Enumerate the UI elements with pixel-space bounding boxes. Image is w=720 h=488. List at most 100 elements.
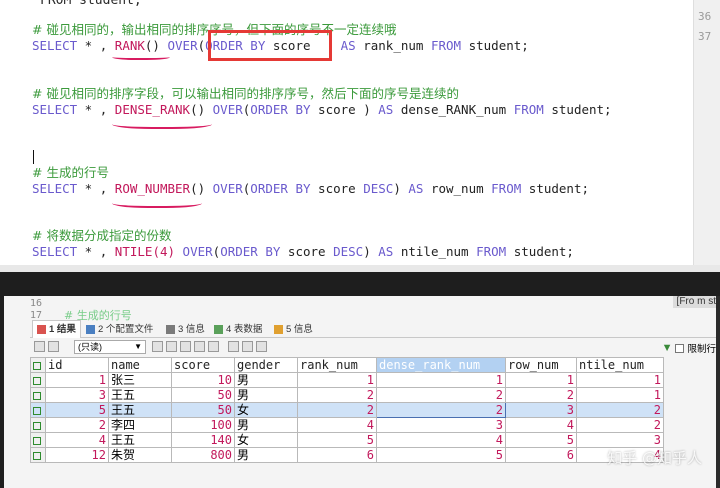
cell-row-num[interactable]: 4 [505, 417, 577, 433]
cell-name[interactable]: 王五 [108, 432, 172, 448]
tab-profiles[interactable]: 2 个配置文件 [86, 322, 153, 337]
row-select-cell[interactable] [30, 387, 46, 403]
sql-row-number-line: SELECT * , ROW_NUMBER() OVER(ORDER BY sc… [32, 181, 589, 196]
select-all-cell[interactable] [30, 357, 46, 373]
row-select-cell[interactable] [30, 402, 46, 418]
cell-id[interactable]: 12 [45, 447, 109, 463]
cell-dense-rank-num[interactable]: 5 [376, 447, 506, 463]
save-icon[interactable] [180, 341, 191, 352]
cell-gender[interactable]: 男 [234, 387, 298, 403]
row-checkbox [33, 376, 41, 385]
col-header-rank-num[interactable]: rank_num [297, 357, 377, 373]
cell-row-num[interactable]: 6 [505, 447, 577, 463]
tab-results[interactable]: 1 结果 [32, 320, 81, 338]
cell-score[interactable]: 50 [171, 402, 235, 418]
tab-label: 5 信息 [286, 324, 313, 335]
cell-rank-num[interactable]: 2 [297, 402, 377, 418]
editor-bottom-strip [0, 265, 720, 272]
text-caret [33, 150, 34, 164]
cell-row-num[interactable]: 5 [505, 432, 577, 448]
cell-id[interactable]: 4 [45, 432, 109, 448]
col-header-score[interactable]: score [171, 357, 235, 373]
cell-score[interactable]: 800 [171, 447, 235, 463]
cell-gender[interactable]: 女 [234, 432, 298, 448]
row-select-cell[interactable] [30, 417, 46, 433]
col-header-dense-rank-num[interactable]: dense_rank_num [376, 357, 506, 373]
table-row[interactable]: 1 张三 10 男 1 1 1 1 [30, 372, 664, 388]
table-row[interactable]: 4 王五 140 女 5 4 5 3 [30, 432, 664, 448]
col-header-row-num[interactable]: row_num [505, 357, 577, 373]
cell-name[interactable]: 张三 [108, 372, 172, 388]
cell-dense-rank-num[interactable]: 2 [376, 387, 506, 403]
cell-score[interactable]: 50 [171, 387, 235, 403]
cell-ntile-num[interactable]: 2 [576, 402, 664, 418]
text-mode-icon[interactable] [256, 341, 267, 352]
cell-score[interactable]: 10 [171, 372, 235, 388]
table-row[interactable]: 2 李四 100 男 4 3 4 2 [30, 417, 664, 433]
cell-dense-rank-num[interactable]: 1 [376, 372, 506, 388]
cell-ntile-num[interactable]: 1 [576, 387, 664, 403]
cell-dense-rank-num[interactable]: 3 [376, 417, 506, 433]
filter-icon[interactable]: ▼ [662, 342, 673, 354]
row-select-cell[interactable] [30, 447, 46, 463]
info-icon [274, 325, 283, 334]
cell-ntile-num[interactable]: 1 [576, 372, 664, 388]
cell-rank-num[interactable]: 5 [297, 432, 377, 448]
row-checkbox [33, 406, 41, 415]
cell-dense-rank-num[interactable]: 4 [376, 432, 506, 448]
cell-gender[interactable]: 男 [234, 417, 298, 433]
limit-rows-checkbox[interactable] [675, 343, 685, 353]
col-header-ntile-num[interactable]: ntile_num [576, 357, 664, 373]
table-row[interactable]: 12 朱贺 800 男 6 5 6 4 [30, 447, 664, 463]
row-select-cell[interactable] [30, 372, 46, 388]
grid-mode-icon[interactable] [228, 341, 239, 352]
cell-gender[interactable]: 男 [234, 447, 298, 463]
cell-ntile-num[interactable]: 2 [576, 417, 664, 433]
table-row[interactable]: 5 王五 50 女 2 2 3 2 [30, 402, 664, 418]
cell-id[interactable]: 3 [45, 387, 109, 403]
grid-view-icon[interactable] [34, 341, 45, 352]
row-select-cell[interactable] [30, 432, 46, 448]
cell-rank-num[interactable]: 1 [297, 372, 377, 388]
sql-editor[interactable]: FROM student; # 碰见相同的，输出相同的排序序号，但下面的序号不一… [0, 0, 720, 272]
cell-dense-rank-num[interactable]: 2 [376, 402, 506, 418]
cell-name[interactable]: 王五 [108, 402, 172, 418]
readonly-select[interactable]: (只读) ▼ [74, 340, 146, 354]
tab-table-data[interactable]: 4 表数据 [214, 322, 262, 337]
form-mode-icon[interactable] [242, 341, 253, 352]
tab-info-2[interactable]: 5 信息 [274, 322, 313, 337]
cell-row-num[interactable]: 3 [505, 402, 577, 418]
cell-rank-num[interactable]: 2 [297, 387, 377, 403]
cell-name[interactable]: 朱贺 [108, 447, 172, 463]
cell-score[interactable]: 140 [171, 432, 235, 448]
cell-score[interactable]: 100 [171, 417, 235, 433]
result-toolbar: (只读) ▼ ▼ 限制行 [30, 338, 720, 356]
cell-rank-num[interactable]: 6 [297, 447, 377, 463]
cell-rank-num[interactable]: 4 [297, 417, 377, 433]
col-header-id[interactable]: id [45, 357, 109, 373]
limit-rows-label: 限制行 [687, 344, 716, 355]
row-number-underline [112, 196, 202, 208]
cell-id[interactable]: 5 [45, 402, 109, 418]
col-header-name[interactable]: name [108, 357, 172, 373]
export-icon[interactable] [152, 341, 163, 352]
cell-ntile-num[interactable]: 3 [576, 432, 664, 448]
result-grid: id name score gender rank_num dense_rank… [30, 357, 664, 463]
row-checkbox [33, 361, 41, 370]
cell-name[interactable]: 王五 [108, 387, 172, 403]
cell-gender[interactable]: 男 [234, 372, 298, 388]
cell-gender[interactable]: 女 [234, 402, 298, 418]
cell-row-num[interactable]: 1 [505, 372, 577, 388]
cell-name[interactable]: 李四 [108, 417, 172, 433]
refresh-icon[interactable] [208, 341, 219, 352]
delete-icon[interactable] [194, 341, 205, 352]
cell-row-num[interactable]: 2 [505, 387, 577, 403]
table-row[interactable]: 3 王五 50 男 2 2 2 1 [30, 387, 664, 403]
cell-id[interactable]: 1 [45, 372, 109, 388]
dropdown-arrow-icon[interactable] [48, 341, 59, 352]
cell-id[interactable]: 2 [45, 417, 109, 433]
col-header-gender[interactable]: gender [234, 357, 298, 373]
insert-row-icon[interactable] [166, 341, 177, 352]
tab-info[interactable]: 3 信息 [166, 322, 205, 337]
comment-dense-rank: # 碰见相同的排序字段，可以输出相同的排序序号，然后下面的序号是连续的 [32, 86, 459, 101]
